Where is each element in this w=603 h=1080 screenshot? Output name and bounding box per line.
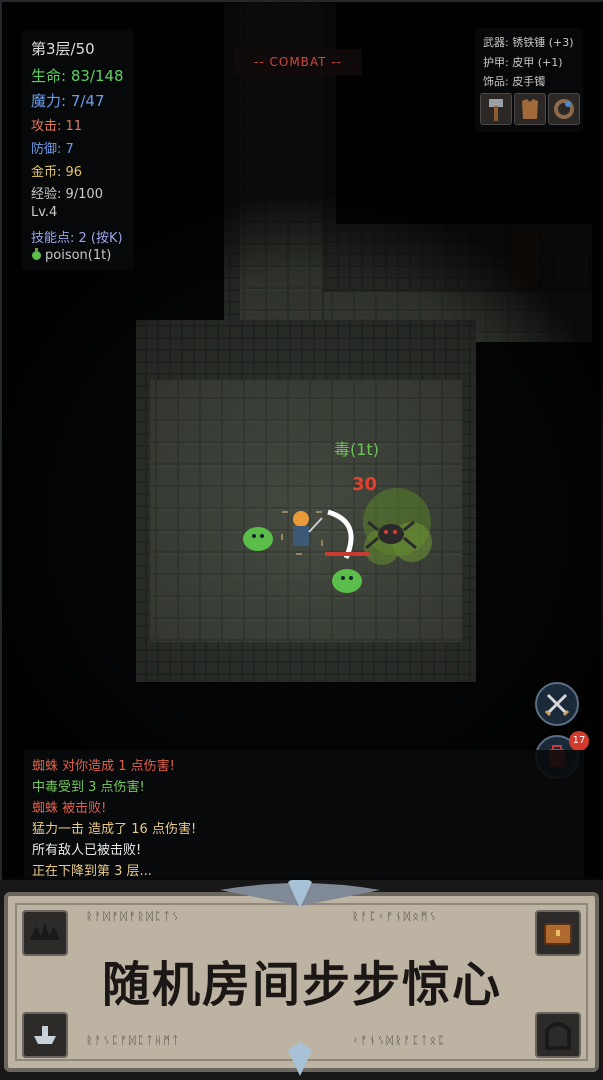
slime-enemy-left: [243, 527, 273, 551]
chest-button[interactable]: [535, 910, 581, 956]
anvil-button[interactable]: [22, 1012, 68, 1058]
weapon-slot[interactable]: [480, 93, 512, 125]
runes-bottom-right: ᚲᚠᚾᛊᛞᚱᚨᛈᛏᛟᛈ: [352, 1034, 447, 1047]
gold-label: 金币: 96: [31, 165, 83, 180]
inventory-count-badge: 17: [569, 731, 589, 751]
combat-log: 蜘蛛 对你造成 1 点伤害! 中毒受到 3 点伤害! 蜘蛛 被击败! 猛力一击 …: [24, 750, 584, 879]
bracelet-icon: [554, 99, 574, 119]
slime-enemy-bottom: [332, 569, 362, 593]
poison-potion-icon: [32, 248, 41, 260]
equipment-panel: 武器: 锈铁锤 (+3) 护甲: 皮甲 (+1) 饰品: 皮手镯: [475, 28, 583, 132]
status-effect-label: poison(1t): [45, 248, 112, 263]
anvil-icon: [34, 1026, 56, 1044]
enemy-health-bar: [325, 552, 369, 556]
wooden-door: [509, 229, 541, 289]
runes-top-left: ᚱᚨᛞᚠᛞᚠᚱᛞᛈᛏᛊ: [86, 910, 181, 923]
crossed-swords-icon: [544, 693, 570, 717]
dungeon-gate-icon: [545, 1022, 571, 1050]
skill-points-label[interactable]: 技能点: 2 (按K): [31, 227, 123, 246]
hp-label: 生命: 83/148: [31, 67, 124, 85]
log-line: 猛力一击 造成了 16 点伤害!: [32, 822, 197, 837]
side-room-wall: [324, 224, 592, 294]
accessory-label: 饰品: 皮手镯: [483, 75, 546, 88]
stairs-sign: [559, 255, 587, 281]
log-line: 正在下降到第 3 层...: [32, 864, 152, 879]
weapon-label: 武器: 锈铁锤 (+3): [483, 36, 574, 49]
armor-slot[interactable]: [514, 93, 546, 125]
runes-bottom-left: ᚱᚨᛊᛈᚠᛞᛈᛏᚺᛗᛏ: [86, 1034, 181, 1047]
gate-button[interactable]: [535, 1012, 581, 1058]
slogan-text: 随机房间步步惊心: [101, 957, 502, 1013]
attack-button[interactable]: [535, 682, 579, 726]
accessory-slot[interactable]: [548, 93, 580, 125]
treasure-chest-icon: [544, 923, 572, 945]
poison-floating-text: 毒(1t): [334, 440, 379, 459]
combat-indicator: -- COMBAT --: [234, 49, 362, 75]
main-room-bottom-wall: [136, 642, 476, 682]
floor-label: 第3层/50: [31, 40, 95, 58]
level-label: Lv.4: [31, 205, 58, 220]
log-line: 蜘蛛 对你造成 1 点伤害!: [32, 759, 175, 774]
stats-panel: 第3层/50 生命: 83/148 魔力: 7/47 攻击: 11 防御: 7 …: [22, 30, 134, 270]
exp-label: 经验: 9/100: [31, 187, 103, 202]
damage-floating-text: 30: [352, 474, 378, 495]
spiky-crown-icon: [30, 922, 60, 940]
status-effect: poison(1t): [31, 248, 111, 263]
hammer-icon: [489, 99, 503, 121]
defense-label: 防御: 7: [31, 142, 74, 157]
game-viewport: -- COMBAT -- 第3层/50 生命: 83/148 魔力: 7/47 …: [0, 0, 603, 882]
crown-button[interactable]: [22, 910, 68, 956]
armor-label: 护甲: 皮甲 (+1): [483, 56, 563, 69]
log-line: 中毒受到 3 点伤害!: [32, 780, 145, 795]
log-line: 蜘蛛 被击败!: [32, 801, 107, 816]
attack-label: 攻击: 11: [31, 119, 83, 134]
leather-armor-icon: [522, 99, 538, 119]
runes-top-right: ᚱᚨᛈᚲᚠᚾᛞᛟᛗᛊ: [352, 910, 438, 923]
log-line: 所有敌人已被击败!: [32, 843, 142, 858]
mp-label: 魔力: 7/47: [31, 92, 105, 110]
